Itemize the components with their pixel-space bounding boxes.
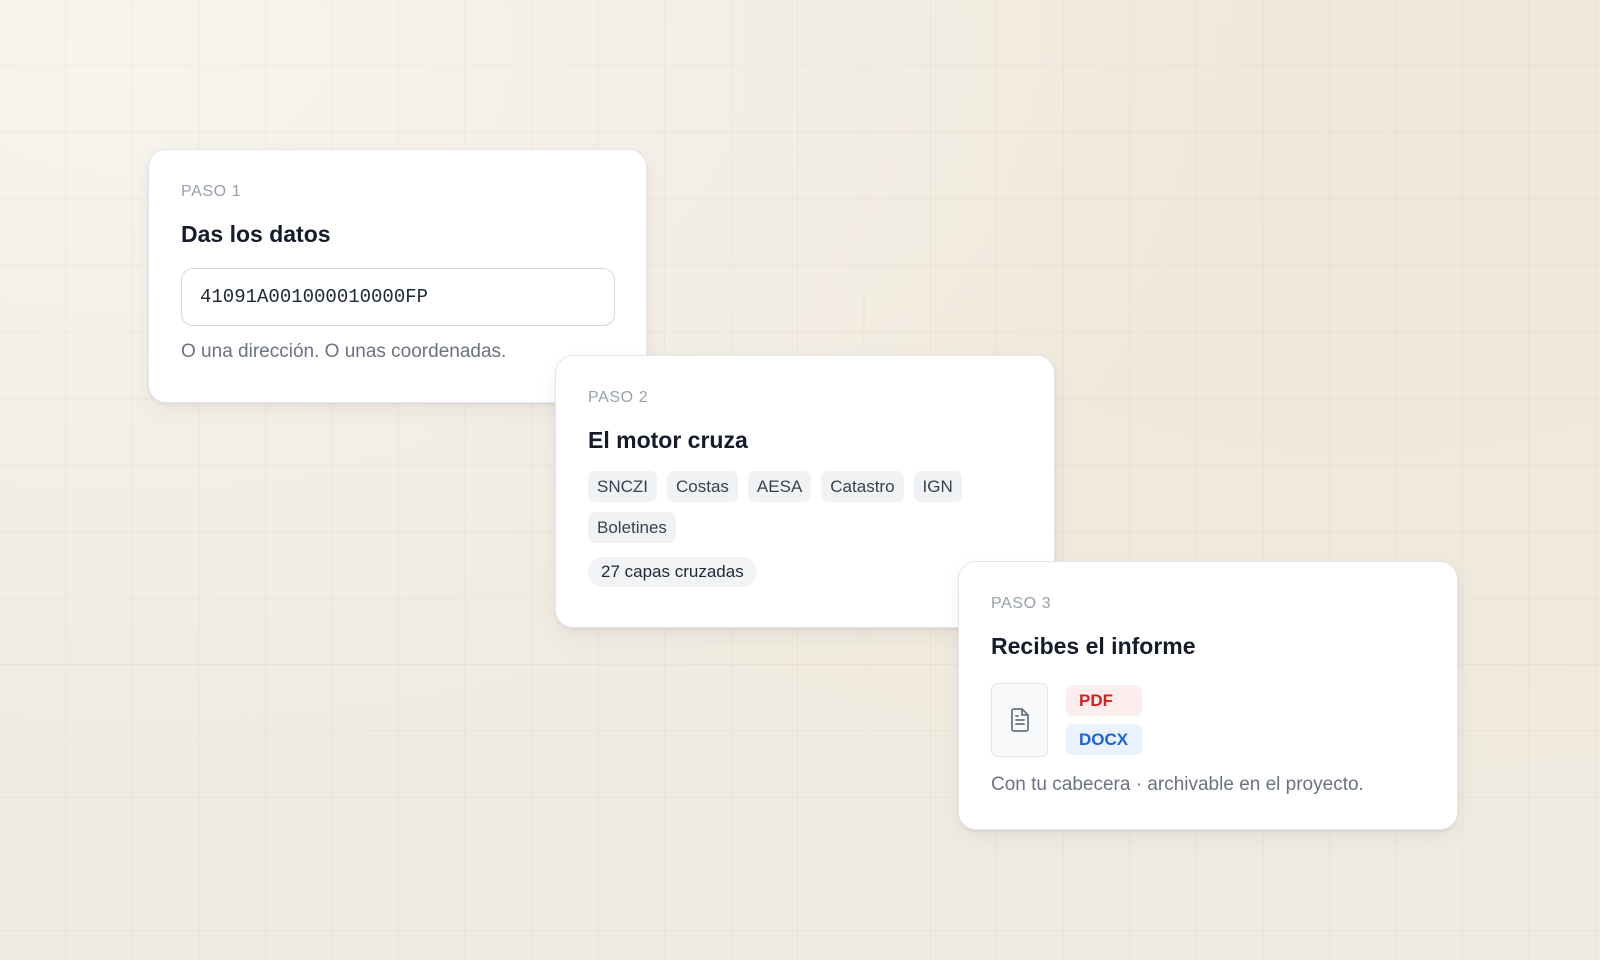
chip-boletines: Boletines (588, 512, 676, 543)
step-2-label: PASO 2 (588, 389, 649, 406)
step-3-title: Recibes el informe (991, 633, 1196, 659)
report-footnote: Con tu cabecera · archivable en el proye… (991, 774, 1364, 795)
report-file-tile (991, 683, 1048, 757)
cadastral-reference-input[interactable] (181, 268, 615, 326)
step-1-label: PASO 1 (181, 183, 242, 200)
input-hint: O una dirección. O unas coordenadas. (181, 341, 507, 362)
step-2-title: El motor cruza (588, 427, 748, 453)
report-formats: PDF DOCX (1066, 683, 1142, 755)
report-file-row: PDF DOCX (991, 683, 1426, 757)
step-3-card: PASO 3 Recibes el informe PDF DOCX Con t… (958, 561, 1458, 830)
step-1-title: Das los datos (181, 221, 331, 247)
data-source-chips: SNCZI Costas AESA Catastro IGN Boletines (588, 471, 1008, 543)
format-badge-docx: DOCX (1066, 724, 1142, 755)
chip-costas: Costas (667, 471, 738, 502)
chip-catastro: Catastro (821, 471, 904, 502)
chip-aesa: AESA (747, 471, 812, 502)
chip-ign: IGN (913, 471, 962, 502)
format-badge-pdf: PDF (1066, 685, 1142, 716)
layers-count-badge: 27 capas cruzadas (588, 557, 757, 587)
chip-snczi: SNCZI (588, 471, 657, 502)
document-icon (1010, 708, 1029, 732)
step-3-label: PASO 3 (991, 595, 1052, 612)
